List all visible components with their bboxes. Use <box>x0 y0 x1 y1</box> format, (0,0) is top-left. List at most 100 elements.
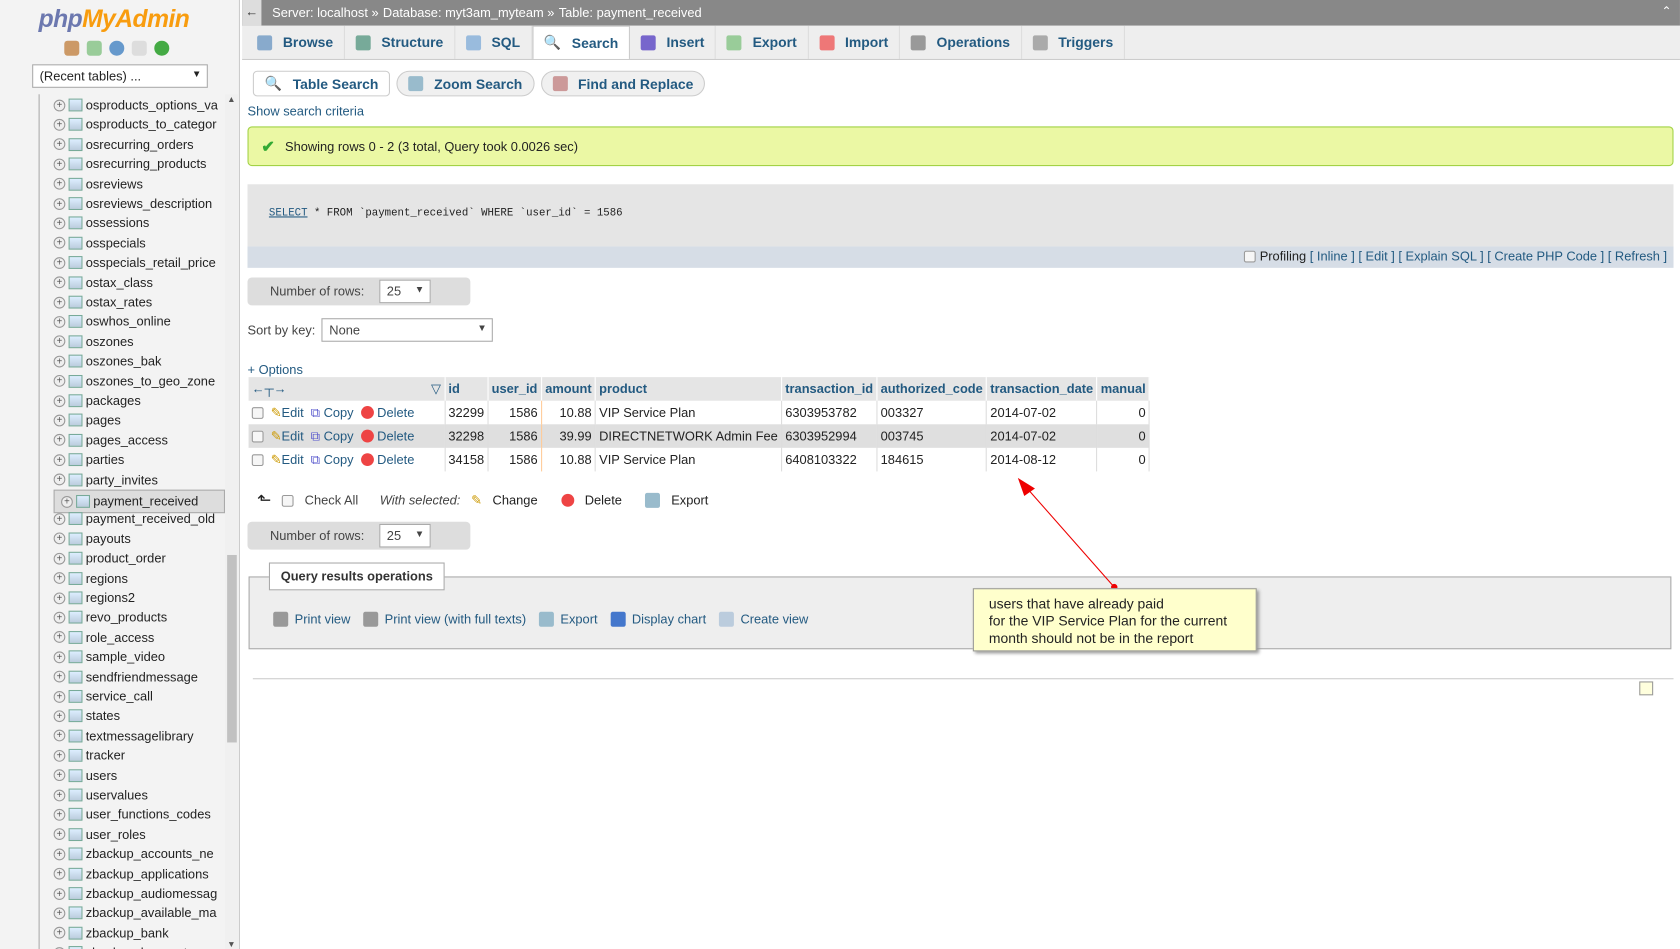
column-header-transaction_id[interactable]: transaction_id <box>781 377 878 401</box>
cell-product[interactable]: VIP Service Plan <box>595 400 783 425</box>
expand-icon[interactable]: + <box>53 670 66 683</box>
breadcrumb-database[interactable]: Database: myt3am_myteam » <box>383 5 555 20</box>
sidebar-table-item[interactable]: + ossessions <box>53 214 225 233</box>
expand-icon[interactable]: + <box>53 237 66 249</box>
sidebar-table-item[interactable]: + states <box>53 706 225 725</box>
sidebar-table-item[interactable]: + zbackup_accounts_ne <box>53 844 225 863</box>
expand-icon[interactable]: + <box>53 887 66 900</box>
delete-link[interactable]: Delete <box>377 404 414 419</box>
column-header-transaction_date[interactable]: transaction_date <box>986 377 1098 401</box>
expand-icon[interactable]: + <box>53 158 66 171</box>
expand-icon[interactable]: + <box>53 335 66 348</box>
scroll-thumb[interactable] <box>227 554 237 743</box>
cell-authorized_code[interactable]: 184615 <box>876 447 988 472</box>
sidebar-table-item[interactable]: + ostax_class <box>53 273 225 292</box>
expand-icon[interactable]: + <box>53 375 66 387</box>
logout-icon[interactable] <box>86 40 102 56</box>
expand-icon[interactable]: + <box>53 769 66 782</box>
expand-icon[interactable]: + <box>53 513 66 525</box>
sidebar-table-item[interactable]: + regions <box>53 568 225 587</box>
tab-browse[interactable]: Browse <box>246 25 345 59</box>
inline-link[interactable]: [ Inline ] <box>1310 249 1355 264</box>
docs-icon[interactable] <box>131 40 147 56</box>
collapse-top-icon[interactable]: ⌃ <box>1662 4 1672 18</box>
reload-icon[interactable] <box>154 40 170 56</box>
profiling-checkbox[interactable] <box>1244 251 1257 263</box>
expand-icon[interactable]: + <box>53 749 66 762</box>
row-checkbox[interactable] <box>251 406 264 419</box>
display-chart-link[interactable]: Display chart <box>610 611 706 627</box>
expand-icon[interactable]: + <box>53 867 66 880</box>
check-all-checkbox[interactable] <box>282 494 294 507</box>
column-header-product[interactable]: product <box>595 377 783 401</box>
check-all-label[interactable]: Check All <box>305 493 359 508</box>
expand-icon[interactable]: + <box>53 453 66 466</box>
expand-icon[interactable]: + <box>53 572 66 585</box>
sidebar-table-item[interactable]: + packages <box>53 391 225 410</box>
expand-icon[interactable]: + <box>53 276 66 289</box>
copy-link[interactable]: Copy <box>324 452 354 467</box>
tab-operations[interactable]: Operations <box>900 25 1022 59</box>
sidebar-table-item[interactable]: + product_order <box>53 549 225 568</box>
column-header-user_id[interactable]: user_id <box>487 377 542 401</box>
expand-icon[interactable]: + <box>53 434 66 447</box>
delete-link[interactable]: Delete <box>377 452 414 467</box>
cell-transaction_date[interactable]: 2014-07-02 <box>986 424 1098 448</box>
expand-icon[interactable]: + <box>53 394 66 407</box>
sidebar-table-item[interactable]: + user_roles <box>53 825 225 844</box>
sidebar-table-item[interactable]: + zbackup_audiomessag <box>53 884 225 903</box>
cell-amount[interactable]: 10.88 <box>541 447 596 472</box>
sidebar-table-item[interactable]: + role_access <box>53 628 225 647</box>
cell-id[interactable]: 32299 <box>444 400 489 425</box>
phpmyadmin-logo[interactable]: phpMyAdmin <box>39 4 190 33</box>
expand-icon[interactable]: + <box>53 789 66 801</box>
sql-keyword[interactable]: SELECT <box>269 208 308 220</box>
cell-manual[interactable]: 0 <box>1096 447 1150 472</box>
print-view-link[interactable]: Print view <box>273 611 350 627</box>
expand-icon[interactable]: + <box>53 197 66 210</box>
expand-icon[interactable]: + <box>53 808 66 821</box>
export-link[interactable]: Export <box>538 611 598 627</box>
sidebar-table-item[interactable]: + pages_access <box>53 430 225 449</box>
column-header-amount[interactable]: amount <box>541 377 596 401</box>
collapse-nav-button[interactable]: ← <box>242 0 262 26</box>
subtab-zoom-search[interactable]: Zoom Search <box>396 70 535 97</box>
sidebar-table-item[interactable]: + oswhos_online <box>53 312 225 331</box>
edit-link[interactable]: Edit <box>281 428 303 443</box>
expand-icon[interactable]: + <box>53 690 66 703</box>
cell-user_id[interactable]: 1586 <box>487 424 542 448</box>
cell-transaction_id[interactable]: 6303952994 <box>781 424 878 448</box>
expand-icon[interactable]: + <box>53 591 66 604</box>
sidebar-table-item[interactable]: + osspecials_retail_price <box>53 253 225 272</box>
tab-import[interactable]: Import <box>809 25 901 59</box>
sidebar-table-item[interactable]: +zbackup_banquet_req <box>53 943 225 949</box>
sidebar-table-item[interactable]: + uservalues <box>53 785 225 804</box>
expand-icon[interactable]: + <box>53 256 66 269</box>
explain-sql-link[interactable]: [ Explain SQL ] <box>1398 249 1483 264</box>
sidebar-table-item[interactable]: + textmessagelibrary <box>53 726 225 745</box>
delete-link[interactable]: Delete <box>377 428 414 443</box>
subtab-table-search[interactable]: 🔍 Table Search <box>252 70 391 97</box>
column-resize-controls[interactable]: ←┬→ ▽ <box>248 377 446 401</box>
copy-link[interactable]: Copy <box>324 428 354 443</box>
tab-structure[interactable]: Structure <box>345 25 456 59</box>
sidebar-table-item[interactable]: + payment_received_old <box>53 509 225 528</box>
expand-icon[interactable]: + <box>53 315 66 328</box>
sidebar-table-item[interactable]: + osproducts_options_va <box>53 95 225 114</box>
sidebar-table-item[interactable]: + ostax_rates <box>53 292 225 311</box>
expand-icon[interactable]: + <box>53 631 66 644</box>
help-icon[interactable] <box>109 40 125 56</box>
row-checkbox[interactable] <box>251 454 264 466</box>
expand-icon[interactable]: + <box>53 651 66 663</box>
sidebar-table-item[interactable]: + parties <box>53 450 225 469</box>
row-checkbox[interactable] <box>251 430 264 443</box>
expand-icon[interactable]: + <box>53 355 66 368</box>
expand-icon[interactable]: + <box>53 828 66 841</box>
tab-insert[interactable]: Insert <box>630 25 717 59</box>
scroll-down-icon[interactable]: ▼ <box>227 940 235 949</box>
sidebar-table-item[interactable]: + regions2 <box>53 588 225 607</box>
sort-key-select[interactable]: None ▼ <box>321 318 494 342</box>
sidebar-table-item[interactable]: + osproducts_to_categor <box>53 115 225 134</box>
sidebar-table-item[interactable]: + tracker <box>53 746 225 765</box>
expand-icon[interactable]: + <box>53 552 66 565</box>
